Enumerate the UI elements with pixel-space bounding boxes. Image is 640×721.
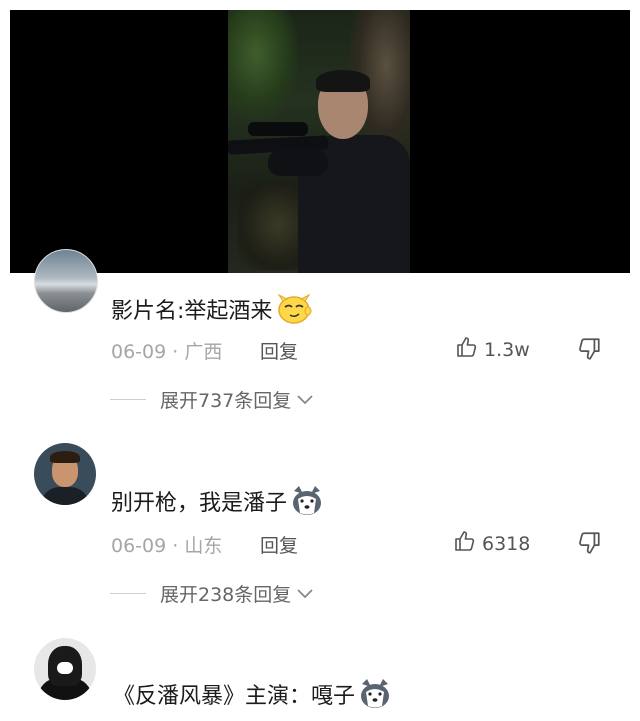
comment-text: 《反潘风暴》主演：嘎子: [113, 678, 392, 716]
chevron-down-icon: [295, 389, 315, 411]
meta-separator: ·: [166, 341, 185, 363]
meta-separator: ·: [166, 535, 185, 557]
gloved-hands: [268, 150, 328, 176]
avatar[interactable]: [34, 249, 98, 313]
husky-dog-emoji-icon: [290, 485, 324, 523]
foliage: [228, 10, 298, 120]
video-frame: [228, 10, 410, 273]
thumbs-down-icon: [576, 532, 602, 560]
like-count: 6318: [482, 532, 531, 555]
rifle-scope: [248, 122, 308, 136]
comment-date: 06-09: [111, 535, 167, 557]
divider-line: [110, 593, 146, 594]
dislike-button[interactable]: [576, 530, 602, 556]
smug-face-emoji-icon: [275, 293, 313, 331]
comment-text: 别开枪，我是潘子: [111, 485, 324, 523]
video-player[interactable]: [10, 10, 630, 273]
expand-replies-label: 展开737条回复: [160, 390, 292, 412]
comment-body: 影片名:举起酒来: [111, 299, 273, 324]
avatar-shirt: [40, 487, 90, 505]
expand-replies-button[interactable]: 展开238条回复: [110, 580, 315, 607]
comment-date: 06-09: [111, 341, 167, 363]
dislike-button[interactable]: [576, 336, 602, 362]
expand-replies-button[interactable]: 展开737条回复: [110, 386, 315, 413]
avatar-mask: [57, 662, 73, 674]
husky-dog-emoji-icon: [358, 678, 392, 716]
thumbs-down-icon: [576, 338, 602, 366]
like-button[interactable]: 1.3w: [455, 335, 530, 364]
avatar[interactable]: [34, 443, 96, 505]
reply-button[interactable]: 回复: [260, 531, 298, 558]
comment-location: 山东: [184, 535, 223, 557]
divider-line: [110, 399, 146, 400]
comment-list: 影片名:举起酒来 06-09 · 广西 回复 1.3w 展开737条回复 别开枪…: [0, 249, 640, 721]
avatar[interactable]: [34, 638, 96, 700]
comment-body: 别开枪，我是潘子: [111, 491, 288, 516]
like-button[interactable]: 6318: [453, 529, 530, 558]
like-count: 1.3w: [484, 338, 530, 361]
avatar-hair: [50, 451, 80, 463]
comment-location: 广西: [184, 341, 223, 363]
comment-text: 影片名:举起酒来: [111, 293, 313, 331]
expand-replies-label: 展开238条回复: [160, 584, 292, 606]
comment-body: 《反潘风暴》主演：嘎子: [113, 684, 356, 709]
comment-meta: 06-09 · 山东: [111, 531, 222, 558]
thumbs-up-icon: [453, 529, 477, 558]
reply-button[interactable]: 回复: [260, 337, 298, 364]
thumbs-up-icon: [455, 335, 479, 364]
comment-meta: 06-09 · 广西: [111, 337, 222, 364]
chevron-down-icon: [295, 583, 315, 605]
soldier-hair: [316, 70, 370, 92]
